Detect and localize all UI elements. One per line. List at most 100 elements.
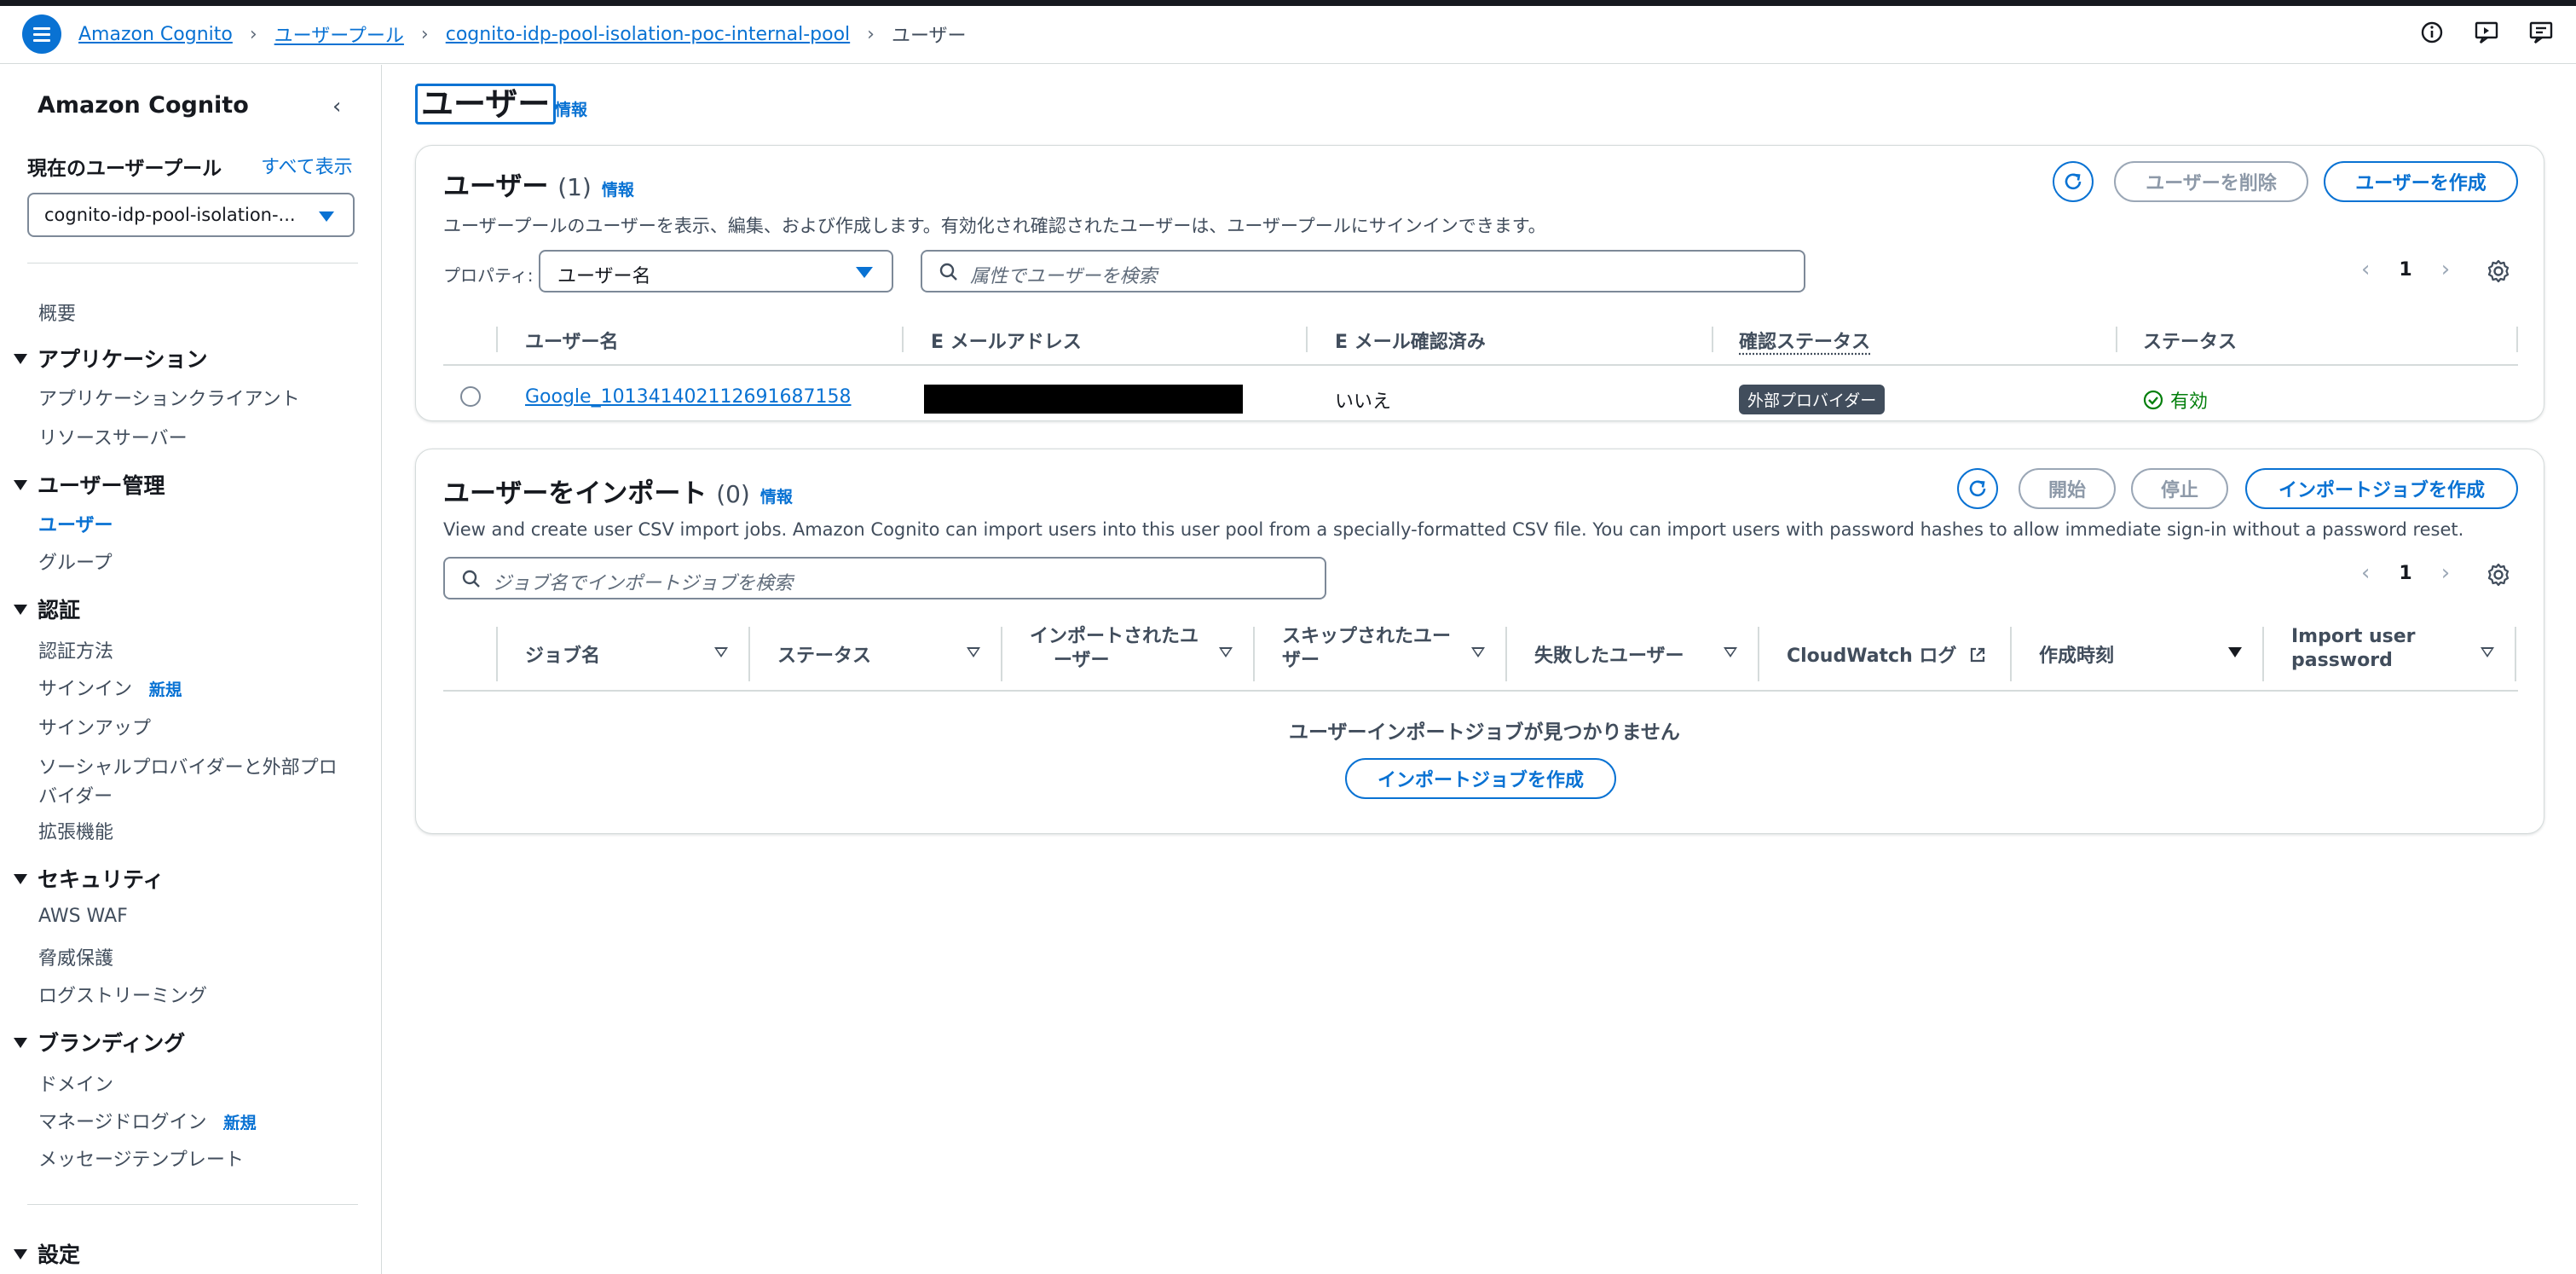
refresh-icon <box>2065 173 2082 190</box>
nav-section-settings[interactable]: 設定 <box>14 1238 80 1269</box>
sidebar-item-log-streaming[interactable]: ログストリーミング <box>38 981 207 1008</box>
column-separator <box>1758 627 1759 681</box>
sort-icon[interactable] <box>1219 647 1233 657</box>
email-verified-cell: いいえ <box>1335 391 1392 413</box>
users-card-description: ユーザープールのユーザーを表示、編集、および作成します。有効化され確認されたユー… <box>443 216 1546 236</box>
column-header-job-name[interactable]: ジョブ名 <box>525 640 600 668</box>
column-header-failed-users[interactable]: 失敗したユーザー <box>1534 640 1684 668</box>
stop-import-button[interactable]: 停止 <box>2131 468 2228 509</box>
import-count: (0) <box>716 480 750 508</box>
start-import-button[interactable]: 開始 <box>2019 468 2116 509</box>
column-header-email-verified[interactable]: E メール確認済み <box>1335 327 1486 354</box>
column-separator <box>1253 627 1255 681</box>
nav-section-user-management[interactable]: ユーザー管理 <box>14 469 165 500</box>
import-info-link[interactable]: 情報 <box>760 488 793 507</box>
sidebar-item-aws-waf[interactable]: AWS WAF <box>38 906 128 927</box>
sidebar-item-resource-servers[interactable]: リソースサーバー <box>38 423 188 450</box>
chevron-left-icon[interactable]: ‹ <box>2361 257 2370 282</box>
empty-state-message: ユーザーインポートジョブが見つかりません <box>1289 721 1680 744</box>
column-header-username[interactable]: ユーザー名 <box>525 327 619 354</box>
sort-icon[interactable] <box>714 647 728 657</box>
sidebar-item-managed-login[interactable]: マネージドログイン 新規 <box>38 1107 257 1134</box>
sidebar-item-overview[interactable]: 概要 <box>38 298 76 326</box>
sidebar-item-message-templates[interactable]: メッセージテンプレート <box>38 1144 244 1172</box>
import-search-placeholder: ジョブ名でインポートジョブを検索 <box>493 573 794 594</box>
column-header-status[interactable]: ステータス <box>777 640 871 668</box>
nav-section-branding[interactable]: ブランディング <box>14 1027 185 1057</box>
chevron-right-icon[interactable]: › <box>2441 257 2450 282</box>
column-header-email[interactable]: E メールアドレス <box>931 327 1082 354</box>
breadcrumb-pool[interactable]: cognito-idp-pool-isolation-poc-internal-… <box>446 24 850 45</box>
chevron-right-icon: › <box>867 23 875 45</box>
column-header-cloudwatch-logs[interactable]: CloudWatch ログ <box>1787 640 1987 668</box>
menu-icon[interactable] <box>22 14 61 54</box>
empty-create-import-job-button[interactable]: インポートジョブを作成 <box>1345 758 1616 799</box>
tools-panel-icon[interactable] <box>2528 20 2554 45</box>
delete-user-button[interactable]: ユーザーを削除 <box>2114 161 2308 202</box>
user-search-input[interactable]: 属性でユーザーを検索 <box>921 250 1805 292</box>
external-link-icon <box>1970 647 1985 663</box>
refresh-icon <box>1969 480 1986 497</box>
create-import-job-button[interactable]: インポートジョブを作成 <box>2245 468 2518 509</box>
page-title: ユーザー <box>415 84 557 125</box>
column-header-imported-users[interactable]: インポートされたユ ーザー <box>1030 625 1198 673</box>
show-all-link[interactable]: すべて表示 <box>261 152 353 179</box>
import-search-input[interactable]: ジョブ名でインポートジョブを検索 <box>443 557 1326 599</box>
gear-icon[interactable] <box>2486 562 2511 588</box>
sidebar-item-groups[interactable]: グループ <box>38 547 113 575</box>
username-link[interactable]: Google_101341402112691687158 <box>525 386 852 408</box>
caret-down-icon <box>14 1249 27 1260</box>
column-header-created-time[interactable]: 作成時刻 <box>2039 640 2114 668</box>
sort-icon[interactable] <box>1724 647 1737 657</box>
import-page-number[interactable]: 1 <box>2399 563 2411 584</box>
sidebar-item-threat-protection[interactable]: 脅威保護 <box>38 943 113 970</box>
chevron-left-icon[interactable]: ‹ <box>2361 560 2370 586</box>
column-separator <box>1505 627 1507 681</box>
column-separator <box>2515 627 2516 681</box>
top-bar: Amazon Cognito › ユーザープール › cognito-idp-p… <box>0 6 2576 64</box>
property-label: プロパティ: <box>443 265 534 286</box>
users-info-link[interactable]: 情報 <box>602 181 634 200</box>
nav-section-security[interactable]: セキュリティ <box>14 863 165 894</box>
refresh-users-button[interactable] <box>2053 161 2094 202</box>
main-content: ユーザー 情報 ユーザー (1) 情報 ユーザープールのユーザーを表示、編集、およ… <box>383 65 2576 1274</box>
refresh-import-button[interactable] <box>1957 468 1998 509</box>
column-header-status[interactable]: ステータス <box>2143 327 2237 354</box>
breadcrumb-user-pools[interactable]: ユーザープール <box>274 20 404 48</box>
user-pool-select[interactable]: cognito-idp-pool-isolation-... <box>27 193 355 237</box>
column-header-confirmation-status[interactable]: 確認ステータス <box>1739 327 1870 354</box>
gear-icon[interactable] <box>2486 258 2511 284</box>
page-info-link[interactable]: 情報 <box>555 97 587 120</box>
users-page-number[interactable]: 1 <box>2399 259 2411 281</box>
sidebar-title[interactable]: Amazon Cognito <box>38 92 249 119</box>
new-badge: 新規 <box>149 680 182 699</box>
sidebar-item-app-clients[interactable]: アプリケーションクライアント <box>38 384 300 411</box>
sort-icon[interactable] <box>1471 647 1485 657</box>
column-header-skipped-users[interactable]: スキップされたユー ザー <box>1282 625 1451 673</box>
breadcrumb-cognito[interactable]: Amazon Cognito <box>78 24 233 45</box>
sort-descending-icon[interactable] <box>2228 647 2242 657</box>
sidebar-item-extensions[interactable]: 拡張機能 <box>38 817 113 844</box>
breadcrumb: Amazon Cognito › ユーザープール › cognito-idp-p… <box>78 20 967 48</box>
nav-section-authentication[interactable]: 認証 <box>14 594 80 624</box>
create-user-button[interactable]: ユーザーを作成 <box>2324 161 2518 202</box>
chevron-left-icon[interactable]: ‹ <box>332 94 341 119</box>
column-header-import-user-password[interactable]: Import user password <box>2291 625 2416 673</box>
sidebar-item-sign-up[interactable]: サインアップ <box>38 713 151 740</box>
sort-icon[interactable] <box>2481 647 2494 657</box>
info-icon[interactable] <box>2419 20 2445 45</box>
sidebar-item-sign-in[interactable]: サインイン 新規 <box>38 674 182 701</box>
sidebar-item-domain[interactable]: ドメイン <box>38 1069 113 1097</box>
property-select[interactable]: ユーザー名 <box>539 250 893 292</box>
row-select-radio[interactable] <box>460 386 481 407</box>
import-card-description: View and create user CSV import jobs. Am… <box>443 519 2464 540</box>
sidebar-item-social-providers[interactable]: ソーシャルプロバイダーと外部プロ バイダー <box>38 752 338 808</box>
sidebar-item-auth-methods[interactable]: 認証方法 <box>38 636 113 663</box>
chevron-right-icon[interactable]: › <box>2441 560 2450 586</box>
nav-section-applications[interactable]: アプリケーション <box>14 343 208 374</box>
import-pagination: ‹ 1 › <box>2361 560 2450 586</box>
sidebar-item-users[interactable]: ユーザー <box>38 510 113 537</box>
feedback-icon[interactable] <box>2474 20 2499 45</box>
search-icon <box>462 570 480 588</box>
sort-icon[interactable] <box>967 647 980 657</box>
